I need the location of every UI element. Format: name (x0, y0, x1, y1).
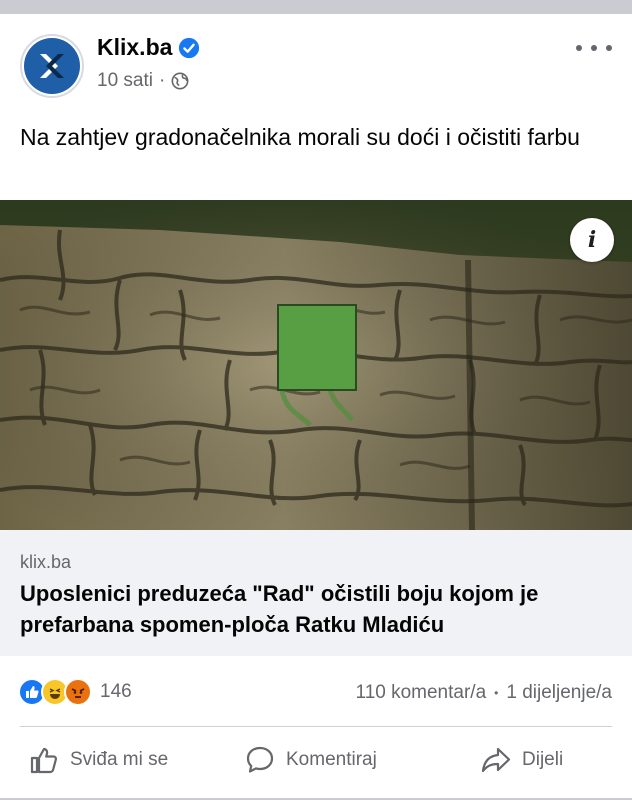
reaction-count[interactable]: 146 (100, 681, 132, 703)
post-stats: 146 110 komentar/a • 1 dijeljenje/a (0, 674, 632, 710)
globe-icon (171, 72, 189, 90)
angry-reaction-icon (64, 678, 92, 706)
post-header: Klix.ba 10 sati · (0, 14, 632, 114)
engagement-counts: 110 komentar/a • 1 dijeljenje/a (356, 682, 612, 704)
post-time[interactable]: 10 sati (97, 70, 153, 92)
post-card: Klix.ba 10 sati · Na zahtjev gradonačeln… (0, 14, 632, 798)
reactions-summary[interactable]: 146 (18, 678, 132, 706)
comment-label: Komentiraj (286, 749, 377, 770)
share-label: Dijeli (522, 749, 564, 770)
link-title[interactable]: Uposlenici preduzeća "Rad" očistili boju… (20, 578, 616, 640)
verified-badge-icon (179, 37, 200, 58)
actions-divider (20, 726, 612, 727)
thumbs-up-icon (30, 747, 58, 774)
shares-count[interactable]: 1 dijeljenje/a (506, 682, 612, 704)
avatar[interactable] (20, 34, 84, 98)
more-options-icon[interactable] (576, 36, 612, 60)
comments-count[interactable]: 110 komentar/a (356, 682, 487, 704)
stone-wall-photo (0, 200, 632, 530)
post-actions: Sviđa mi se Komentiraj Dijeli (0, 738, 632, 786)
link-domain: klix.ba (20, 552, 72, 572)
comment-icon (246, 746, 274, 773)
like-button[interactable]: Sviđa mi se (28, 744, 168, 776)
share-button[interactable]: Dijeli (480, 744, 563, 776)
post-text: Na zahtjev gradonačelnika morali su doći… (20, 124, 580, 150)
page-name[interactable]: Klix.ba (97, 34, 200, 61)
page-name-text[interactable]: Klix.ba (97, 34, 172, 61)
post-image[interactable]: i (0, 200, 632, 530)
link-preview[interactable]: klix.ba Uposlenici preduzeća "Rad" očist… (0, 530, 632, 656)
meta-separator: · (158, 70, 166, 91)
post-meta: 10 sati · (97, 70, 189, 92)
klix-logo-icon (24, 38, 80, 94)
info-icon[interactable]: i (570, 218, 614, 262)
like-label: Sviđa mi se (70, 749, 169, 770)
stats-bullet: • (494, 686, 499, 700)
comment-button[interactable]: Komentiraj (244, 744, 377, 776)
share-arrow-icon (481, 747, 511, 773)
